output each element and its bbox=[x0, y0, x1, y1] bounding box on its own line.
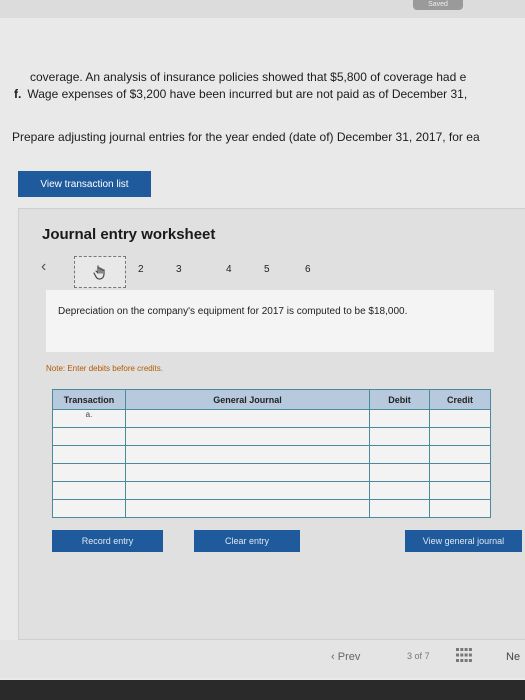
credit-cell[interactable] bbox=[429, 445, 491, 464]
transaction-cell bbox=[52, 481, 126, 500]
debit-cell[interactable] bbox=[369, 445, 430, 464]
chevron-left-icon[interactable]: ‹ bbox=[41, 258, 46, 276]
table-row bbox=[52, 499, 491, 518]
problem-line-wages: f. Wage expenses of $3,200 have been incu… bbox=[14, 87, 467, 101]
chevron-left-icon: ‹ bbox=[331, 651, 335, 663]
transaction-cell bbox=[52, 463, 126, 482]
col-debit: Debit bbox=[369, 389, 430, 410]
table-row: a. bbox=[52, 409, 491, 428]
transaction-cell: a. bbox=[52, 409, 126, 428]
tab-3[interactable]: 3 bbox=[176, 264, 182, 275]
tab-2[interactable]: 2 bbox=[138, 264, 144, 275]
credit-cell[interactable] bbox=[429, 409, 491, 428]
clear-entry-button[interactable]: Clear entry bbox=[194, 530, 300, 552]
tab-4[interactable]: 4 bbox=[226, 264, 232, 275]
account-cell[interactable] bbox=[125, 409, 370, 428]
tab-6[interactable]: 6 bbox=[305, 264, 311, 275]
col-credit: Credit bbox=[429, 389, 491, 410]
bottom-nav-bar bbox=[0, 640, 525, 678]
top-bar: Saved bbox=[0, 0, 525, 18]
table-header-row: Transaction General Journal Debit Credit bbox=[52, 389, 491, 410]
transaction-cell bbox=[52, 445, 126, 464]
table-row bbox=[52, 463, 491, 482]
transaction-cell bbox=[52, 427, 126, 446]
item-marker: f. bbox=[14, 87, 22, 101]
saved-badge: Saved bbox=[413, 0, 463, 10]
table-row bbox=[52, 445, 491, 464]
view-transaction-list-button[interactable]: View transaction list bbox=[18, 171, 151, 197]
record-entry-button[interactable]: Record entry bbox=[52, 530, 163, 552]
debit-cell[interactable] bbox=[369, 481, 430, 500]
instruction-text: Prepare adjusting journal entries for th… bbox=[12, 130, 480, 144]
account-cell[interactable] bbox=[125, 445, 370, 464]
screen-bezel bbox=[0, 680, 525, 700]
view-general-journal-button[interactable]: View general journal bbox=[405, 530, 522, 552]
transaction-cell bbox=[52, 499, 126, 518]
tab-1-active[interactable] bbox=[74, 256, 126, 288]
col-transaction: Transaction bbox=[52, 389, 126, 410]
wages-text: Wage expenses of $3,200 have been incurr… bbox=[27, 87, 468, 101]
current-page: 3 bbox=[407, 651, 413, 661]
account-cell[interactable] bbox=[125, 481, 370, 500]
debit-cell[interactable] bbox=[369, 427, 430, 446]
problem-line-coverage: coverage. An analysis of insurance polic… bbox=[30, 70, 467, 84]
debit-cell[interactable] bbox=[369, 499, 430, 518]
table-row bbox=[52, 481, 491, 500]
page-counter: 3 of 7 bbox=[407, 651, 430, 661]
grid-icon[interactable] bbox=[456, 648, 472, 662]
credit-cell[interactable] bbox=[429, 481, 491, 500]
description-box bbox=[46, 290, 494, 352]
col-general-journal: General Journal bbox=[125, 389, 370, 410]
credit-cell[interactable] bbox=[429, 427, 491, 446]
tab-5[interactable]: 5 bbox=[264, 264, 270, 275]
table-row bbox=[52, 427, 491, 446]
prev-button[interactable]: ‹ Prev bbox=[331, 651, 360, 663]
of-label: of bbox=[414, 651, 423, 661]
transaction-description: Depreciation on the company's equipment … bbox=[58, 306, 408, 317]
prev-label: Prev bbox=[337, 651, 361, 663]
worksheet-title: Journal entry worksheet bbox=[42, 226, 216, 243]
total-pages: 7 bbox=[424, 651, 430, 661]
hand-pointer-icon bbox=[93, 265, 105, 280]
account-cell[interactable] bbox=[125, 463, 370, 482]
note-text: Note: Enter debits before credits. bbox=[46, 364, 163, 373]
account-cell[interactable] bbox=[125, 499, 370, 518]
next-button[interactable]: Ne bbox=[506, 651, 520, 663]
debit-cell[interactable] bbox=[369, 463, 430, 482]
credit-cell[interactable] bbox=[429, 499, 491, 518]
journal-table: Transaction General Journal Debit Credit… bbox=[52, 389, 491, 518]
account-cell[interactable] bbox=[125, 427, 370, 446]
debit-cell[interactable] bbox=[369, 409, 430, 428]
credit-cell[interactable] bbox=[429, 463, 491, 482]
